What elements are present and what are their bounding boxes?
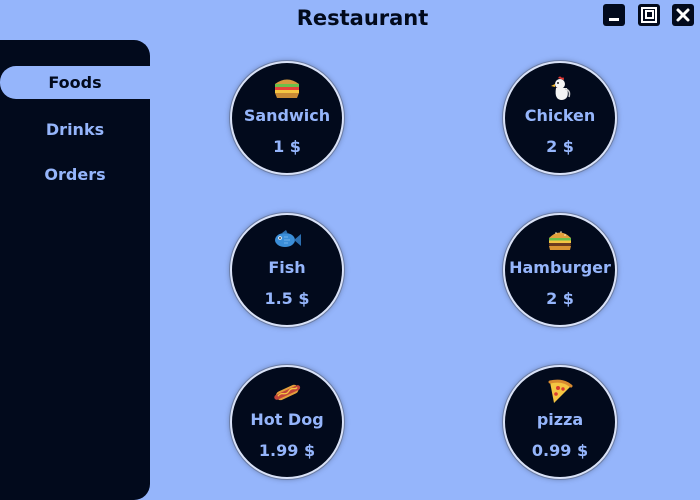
hamburger-icon <box>545 227 575 253</box>
food-price: 1 $ <box>273 137 301 156</box>
food-name: Sandwich <box>243 106 331 125</box>
food-card-hamburger[interactable]: Hamburger 2 $ <box>503 213 617 327</box>
food-name: Chicken <box>524 106 596 125</box>
close-button[interactable] <box>672 4 694 26</box>
chicken-icon <box>545 75 575 101</box>
food-card-chicken[interactable]: Chicken 2 $ <box>503 61 617 175</box>
food-name: Fish <box>268 258 306 277</box>
food-card-hot-dog[interactable]: Hot Dog 1.99 $ <box>230 365 344 479</box>
sidebar-item-label: Foods <box>48 73 102 92</box>
fish-icon <box>272 227 302 253</box>
food-card-pizza[interactable]: pizza 0.99 $ <box>503 365 617 479</box>
maximize-button[interactable] <box>638 4 660 26</box>
sidebar: Foods Drinks Orders <box>0 40 150 500</box>
window-title: Restaurant <box>296 6 429 30</box>
hot-dog-icon <box>272 379 302 405</box>
food-name: pizza <box>536 410 584 429</box>
sidebar-item-label: Drinks <box>45 120 105 139</box>
sidebar-item-label: Orders <box>44 165 106 184</box>
food-price: 2 $ <box>546 137 574 156</box>
food-price: 0.99 $ <box>531 441 589 460</box>
food-card-fish[interactable]: Fish 1.5 $ <box>230 213 344 327</box>
food-name: Hamburger <box>509 258 611 277</box>
food-price: 2 $ <box>546 289 574 308</box>
restaurant-window: Restaurant Foods Drinks Orders Sandwich … <box>0 0 700 500</box>
food-price: 1.99 $ <box>258 441 316 460</box>
sidebar-item-foods[interactable]: Foods <box>0 66 150 99</box>
maximize-icon <box>638 4 660 26</box>
sidebar-item-drinks[interactable]: Drinks <box>0 113 150 146</box>
food-name: Hot Dog <box>250 410 324 429</box>
pizza-icon <box>545 379 575 405</box>
food-price: 1.5 $ <box>264 289 310 308</box>
minimize-button[interactable] <box>603 4 625 26</box>
close-icon <box>672 4 694 26</box>
sandwich-icon <box>272 75 302 101</box>
food-card-sandwich[interactable]: Sandwich 1 $ <box>230 61 344 175</box>
sidebar-item-orders[interactable]: Orders <box>0 158 150 191</box>
minimize-icon <box>603 4 625 26</box>
